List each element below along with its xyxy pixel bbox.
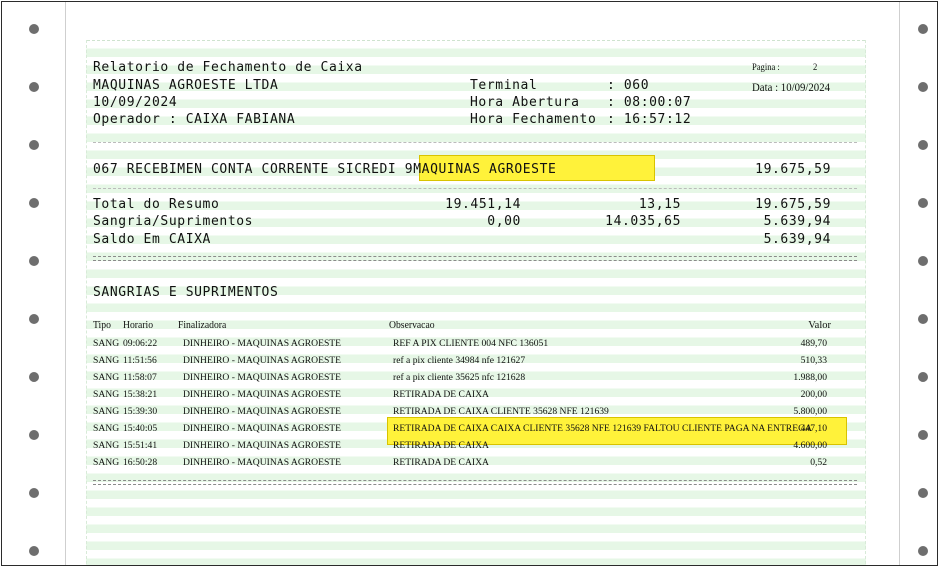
cell-observacao: RETIRADA DE CAIXA CAIXA CLIENTE 35628 NF… bbox=[393, 423, 812, 434]
total-resumo-a: 19.451,14 bbox=[445, 197, 521, 212]
summary-line-text: 067 RECEBIMEN CONTA CORRENTE SICREDI 9MA… bbox=[93, 162, 557, 177]
col-header-observacao: Observacao bbox=[389, 320, 435, 331]
total-resumo-c: 19.675,59 bbox=[755, 197, 831, 212]
sangria-b: 14.035,65 bbox=[605, 214, 681, 229]
cell-valor: 1.988,00 bbox=[793, 372, 827, 383]
cell-tipo: SANG bbox=[93, 372, 120, 383]
report-data-label: Data : 10/09/2024 bbox=[752, 80, 830, 94]
table-row: SANG 09:06:22 DINHEIRO - MAQUINAS AGROES… bbox=[87, 336, 865, 353]
cell-tipo: SANG bbox=[93, 457, 120, 468]
cell-horario: 15:38:21 bbox=[123, 389, 158, 400]
cell-finalizadora: DINHEIRO - MAQUINAS AGROESTE bbox=[183, 372, 342, 383]
table-row: SANG 11:51:56 DINHEIRO - MAQUINAS AGROES… bbox=[87, 353, 865, 370]
total-resumo-b: 13,15 bbox=[638, 197, 681, 212]
col-header-tipo: Tipo bbox=[93, 320, 111, 331]
cell-horario: 11:51:56 bbox=[123, 355, 157, 366]
divider bbox=[93, 142, 857, 143]
cell-horario: 09:06:22 bbox=[123, 338, 158, 349]
cell-horario: 16:50:28 bbox=[123, 457, 158, 468]
total-resumo-label: Total do Resumo bbox=[93, 197, 220, 212]
table-row: SANG 15:38:21 DINHEIRO - MAQUINAS AGROES… bbox=[87, 387, 865, 404]
cell-valor: 4.600,00 bbox=[793, 440, 827, 451]
table-row: SANG 15:40:05 DINHEIRO - MAQUINAS AGROES… bbox=[87, 421, 865, 438]
cell-observacao: ref a pix cliente 34984 nfe 121627 bbox=[393, 355, 526, 366]
cell-finalizadora: DINHEIRO - MAQUINAS AGROESTE bbox=[183, 338, 342, 349]
double-divider bbox=[93, 480, 857, 485]
sangria-a: 0,00 bbox=[487, 214, 521, 229]
company-name: MAQUINAS AGROESTE LTDA bbox=[93, 78, 279, 93]
cell-observacao: RETIRADA DE CAIXA bbox=[393, 389, 489, 400]
table-row: SANG 15:51:41 DINHEIRO - MAQUINAS AGROES… bbox=[87, 438, 865, 455]
cell-finalizadora: DINHEIRO - MAQUINAS AGROESTE bbox=[183, 440, 342, 451]
sangria-c: 5.639,94 bbox=[763, 214, 831, 229]
report-title: Relatorio de Fechamento de Caixa bbox=[93, 60, 363, 75]
document-viewer: Relatorio de Fechamento de Caixa Pagina … bbox=[1, 1, 938, 566]
close-time-label: Hora Fechamento bbox=[470, 112, 597, 127]
divider bbox=[93, 188, 857, 189]
terminal-label: Terminal bbox=[470, 78, 538, 93]
right-perforation-line bbox=[899, 2, 900, 565]
report-page: Relatorio de Fechamento de Caixa Pagina … bbox=[86, 40, 866, 565]
cell-observacao: RETIRADA DE CAIXA bbox=[393, 440, 489, 451]
cell-finalizadora: DINHEIRO - MAQUINAS AGROESTE bbox=[183, 457, 342, 468]
cell-tipo: SANG bbox=[93, 355, 120, 366]
sangria-label: Sangria/Suprimentos bbox=[93, 214, 254, 229]
cell-valor: 0,52 bbox=[810, 457, 827, 468]
cell-valor: 447,10 bbox=[800, 423, 827, 434]
saldo-label: Saldo Em CAIXA bbox=[93, 232, 211, 247]
table-row: SANG 16:50:28 DINHEIRO - MAQUINAS AGROES… bbox=[87, 455, 865, 472]
saldo-c: 5.639,94 bbox=[763, 232, 831, 247]
table-row: SANG 15:39:30 DINHEIRO - MAQUINAS AGROES… bbox=[87, 404, 865, 421]
cell-finalizadora: DINHEIRO - MAQUINAS AGROESTE bbox=[183, 423, 342, 434]
cell-tipo: SANG bbox=[93, 338, 120, 349]
left-perforation-line bbox=[65, 2, 66, 565]
close-time-value: : 16:57:12 bbox=[607, 112, 692, 127]
section-title: SANGRIAS E SUPRIMENTOS bbox=[93, 285, 279, 300]
cell-finalizadora: DINHEIRO - MAQUINAS AGROESTE bbox=[183, 355, 342, 366]
cell-tipo: SANG bbox=[93, 389, 120, 400]
cell-finalizadora: DINHEIRO - MAQUINAS AGROESTE bbox=[183, 389, 342, 400]
cell-observacao: REF A PIX CLIENTE 004 NFC 136051 bbox=[393, 338, 549, 349]
cell-horario: 15:39:30 bbox=[123, 406, 158, 417]
col-header-finalizadora: Finalizadora bbox=[178, 320, 227, 331]
cell-valor: 200,00 bbox=[800, 389, 827, 400]
sangrias-table: SANG 09:06:22 DINHEIRO - MAQUINAS AGROES… bbox=[87, 336, 865, 472]
cell-observacao: RETIRADA DE CAIXA CLIENTE 35628 NFE 1216… bbox=[393, 406, 609, 417]
cell-tipo: SANG bbox=[93, 440, 120, 451]
summary-line-value: 19.675,59 bbox=[755, 162, 831, 177]
cell-valor: 510,33 bbox=[800, 355, 827, 366]
col-header-horario: Horario bbox=[123, 320, 154, 331]
cell-horario: 11:58:07 bbox=[123, 372, 157, 383]
cell-tipo: SANG bbox=[93, 406, 120, 417]
page-label: Pagina : bbox=[752, 63, 780, 73]
terminal-value: : 060 bbox=[607, 78, 650, 93]
cell-valor: 489,70 bbox=[800, 338, 827, 349]
open-time-label: Hora Abertura bbox=[470, 95, 580, 110]
operator: Operador : CAIXA FABIANA bbox=[93, 112, 296, 127]
cell-observacao: ref a pix cliente 35625 nfc 121628 bbox=[393, 372, 526, 383]
cell-valor: 5.800,00 bbox=[793, 406, 827, 417]
cell-observacao: RETIRADA DE CAIXA bbox=[393, 457, 489, 468]
cell-finalizadora: DINHEIRO - MAQUINAS AGROESTE bbox=[183, 406, 342, 417]
double-divider bbox=[93, 256, 857, 261]
cell-horario: 15:40:05 bbox=[123, 423, 158, 434]
col-header-valor: Valor bbox=[808, 320, 831, 331]
table-row: SANG 11:58:07 DINHEIRO - MAQUINAS AGROES… bbox=[87, 370, 865, 387]
report-date: 10/09/2024 bbox=[93, 95, 178, 110]
page-number: 2 bbox=[813, 63, 818, 73]
cell-horario: 15:51:41 bbox=[123, 440, 158, 451]
cell-tipo: SANG bbox=[93, 423, 120, 434]
open-time-value: : 08:00:07 bbox=[607, 95, 692, 110]
